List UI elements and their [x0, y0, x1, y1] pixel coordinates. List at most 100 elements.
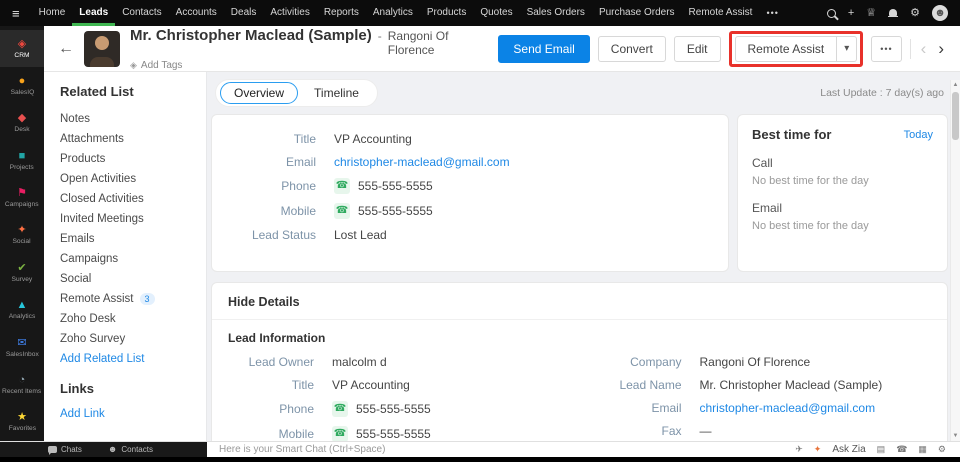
- sidebar-item-recent-items[interactable]: ◔ Recent Items: [0, 366, 44, 403]
- nav-item-remote-assist[interactable]: Remote Assist: [682, 0, 760, 26]
- nav-item-purchase-orders[interactable]: Purchase Orders: [592, 0, 682, 26]
- sidebar-item-desk[interactable]: ◆ Desk: [0, 105, 44, 142]
- phone-call-icon[interactable]: ☎: [334, 202, 350, 219]
- nav-item-quotes[interactable]: Quotes: [473, 0, 519, 26]
- nav-item-products[interactable]: Products: [420, 0, 473, 26]
- summary-row: Title VP Accounting Email christopher-ma…: [211, 114, 948, 272]
- tab-timeline[interactable]: Timeline: [300, 82, 373, 104]
- related-item-invited-meetings[interactable]: Invited Meetings: [60, 209, 198, 229]
- sidebar-item-label: Social: [12, 238, 32, 246]
- field-lead-status: Lead Status Lost Lead: [212, 223, 728, 246]
- sidebar-item-analytics[interactable]: ▲ Analytics: [0, 292, 44, 329]
- related-item-products[interactable]: Products: [60, 149, 198, 169]
- chats-button[interactable]: Chats: [48, 445, 82, 455]
- nav-item-sales-orders[interactable]: Sales Orders: [520, 0, 592, 26]
- email-link[interactable]: christopher-maclead@gmail.com: [700, 401, 876, 415]
- chat-bubble-icon: [48, 446, 57, 455]
- scroll-down-arrow[interactable]: ▼: [951, 431, 960, 441]
- related-item-open-activities[interactable]: Open Activities: [60, 169, 198, 189]
- nav-item-home[interactable]: Home: [32, 0, 73, 26]
- field-label: Email: [285, 154, 316, 169]
- remote-assist-button[interactable]: Remote Assist: [734, 35, 838, 62]
- remote-assist-dropdown-button[interactable]: ▾: [837, 35, 858, 62]
- related-item-zoho-desk[interactable]: Zoho Desk: [60, 309, 198, 329]
- field-label: Email: [651, 400, 682, 415]
- sidebar-item-label: CRM: [14, 51, 30, 59]
- notifications-bell-icon[interactable]: [888, 8, 899, 19]
- sidebar-item-survey[interactable]: ✔ Survey: [0, 254, 44, 291]
- smart-chat-input[interactable]: [207, 444, 796, 455]
- nav-item-activities[interactable]: Activities: [263, 0, 316, 26]
- add-related-list-link[interactable]: Add Related List: [60, 353, 144, 365]
- settings-gear-icon[interactable]: ⚙: [910, 7, 920, 19]
- nav-item-leads[interactable]: Leads: [72, 0, 115, 26]
- phone-call-icon[interactable]: ☎: [332, 400, 348, 417]
- sidebar-item-campaigns[interactable]: ⚑ Campaigns: [0, 179, 44, 216]
- related-item-label: Notes: [60, 113, 91, 125]
- field-label: Fax: [661, 423, 682, 438]
- sidebar-item-salesiq[interactable]: ● SalesIQ: [0, 67, 44, 104]
- lead-photo[interactable]: [84, 30, 120, 67]
- sidebar-item-social[interactable]: ✦ Social: [0, 217, 44, 254]
- search-icon[interactable]: [826, 8, 836, 18]
- sidebar-item-salesinbox[interactable]: ✉ SalesInbox: [0, 329, 44, 366]
- related-item-zoho-survey[interactable]: Zoho Survey: [60, 329, 198, 349]
- add-icon[interactable]: +: [848, 7, 854, 19]
- related-item-campaigns[interactable]: Campaigns: [60, 249, 198, 269]
- email-link[interactable]: christopher-maclead@gmail.com: [334, 155, 510, 169]
- scroll-up-arrow[interactable]: ▲: [951, 80, 960, 90]
- best-time-email-label: Email: [752, 201, 783, 215]
- contacts-label: Contacts: [121, 445, 153, 454]
- crm-icon: ◈: [17, 37, 27, 50]
- convert-button[interactable]: Convert: [597, 35, 666, 62]
- scrollbar-thumb[interactable]: [952, 92, 959, 140]
- panel-icon[interactable]: ▦: [918, 445, 927, 454]
- related-item-social[interactable]: Social: [60, 269, 198, 289]
- related-item-remote-assist[interactable]: Remote Assist 3: [60, 289, 198, 309]
- related-item-notes[interactable]: Notes: [60, 109, 198, 129]
- nav-item-reports[interactable]: Reports: [317, 0, 366, 26]
- nav-item-contacts[interactable]: Contacts: [115, 0, 168, 26]
- grid-icon[interactable]: ▤: [877, 445, 886, 454]
- sidebar-item-projects[interactable]: ■ Projects: [0, 142, 44, 179]
- previous-record-button[interactable]: ‹: [919, 40, 929, 57]
- top-navigation-bar: ≡ Home Leads Contacts Accounts Deals Act…: [0, 0, 960, 26]
- phone-call-icon[interactable]: ☎: [334, 177, 350, 194]
- divider: [909, 38, 911, 59]
- add-link-link[interactable]: Add Link: [60, 408, 105, 420]
- trophy-icon[interactable]: ♕: [866, 7, 876, 19]
- company-link[interactable]: Rangoni Of Florence: [388, 29, 499, 57]
- field-value: 555-555-5555: [356, 426, 431, 441]
- back-button[interactable]: ←: [58, 40, 74, 58]
- edit-button[interactable]: Edit: [673, 35, 721, 62]
- add-tags-button[interactable]: ◈ Add Tags: [130, 60, 498, 71]
- more-actions-button[interactable]: •••: [871, 35, 902, 62]
- hamburger-menu-icon[interactable]: ≡: [0, 6, 32, 21]
- phone-icon[interactable]: ☎: [896, 445, 907, 454]
- ask-zia-label[interactable]: Ask Zia: [832, 444, 865, 455]
- today-link[interactable]: Today: [904, 129, 933, 141]
- field-value: VP Accounting: [334, 131, 412, 146]
- vertical-scrollbar[interactable]: ▲ ▼: [950, 80, 960, 441]
- nav-item-accounts[interactable]: Accounts: [169, 0, 224, 26]
- user-avatar[interactable]: ☻: [932, 5, 948, 21]
- hide-details-toggle[interactable]: Hide Details: [212, 293, 947, 320]
- send-icon[interactable]: ✈: [795, 445, 803, 454]
- sidebar-item-crm[interactable]: ◈ CRM: [0, 30, 44, 68]
- contacts-button[interactable]: ☻ Contacts: [108, 445, 153, 455]
- related-item-closed-activities[interactable]: Closed Activities: [60, 189, 198, 209]
- add-tags-label: Add Tags: [140, 59, 183, 71]
- sidebar-item-favorites[interactable]: ★ Favorites: [0, 404, 44, 441]
- lead-information-grid: Lead Owner malcolm d Title VP Accounting…: [212, 350, 947, 441]
- field-email: Email christopher-maclead@gmail.com: [580, 396, 948, 419]
- phone-call-icon[interactable]: ☎: [332, 425, 348, 441]
- related-item-emails[interactable]: Emails: [60, 229, 198, 249]
- settings-icon[interactable]: ⚙: [938, 445, 946, 454]
- related-item-attachments[interactable]: Attachments: [60, 129, 198, 149]
- next-record-button[interactable]: ›: [936, 40, 946, 57]
- nav-more-icon[interactable]: •••: [759, 0, 785, 26]
- nav-item-analytics[interactable]: Analytics: [366, 0, 420, 26]
- nav-item-deals[interactable]: Deals: [224, 0, 264, 26]
- send-email-button[interactable]: Send Email: [498, 34, 590, 63]
- tab-overview[interactable]: Overview: [220, 82, 299, 104]
